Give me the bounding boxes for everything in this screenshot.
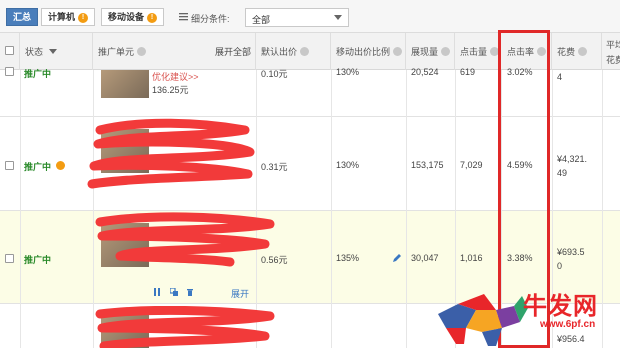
impressions-value: 153,175	[411, 160, 444, 170]
watermark-text: 牛发网	[523, 291, 598, 320]
status-label: 推广中	[24, 162, 52, 172]
header-impressions[interactable]: 展现量	[406, 33, 455, 70]
select-all-checkbox[interactable]	[5, 46, 14, 55]
header-impressions-label: 展现量	[411, 47, 439, 57]
header-mobile-ratio-label: 移动出价比例	[336, 47, 391, 57]
clicks-value: 1,016	[460, 253, 483, 263]
status-label: 推广中	[24, 255, 52, 265]
sort-caret-icon	[49, 49, 58, 54]
default-bid-value: 0.31元	[261, 162, 288, 172]
row-checkbox[interactable]	[5, 254, 14, 263]
cost-value-cont: 49	[557, 168, 568, 178]
row-checkbox[interactable]	[5, 67, 14, 76]
help-icon[interactable]	[490, 47, 500, 56]
tab-computer-label: 计算机	[48, 12, 76, 22]
header-select-cell	[0, 33, 20, 70]
filter-icon	[179, 13, 188, 21]
warning-icon: !	[78, 13, 89, 23]
column-divider	[93, 70, 94, 348]
optimize-link[interactable]: 优化建议>>	[152, 70, 199, 83]
delete-icon[interactable]	[186, 288, 194, 296]
toolbar: 汇总 计算机! 移动设备! 细分条件: 全部	[0, 0, 620, 33]
filter-select[interactable]: 全部	[245, 8, 349, 27]
warning-icon	[56, 161, 65, 170]
status-label: 推广中	[24, 69, 52, 79]
product-thumbnail[interactable]	[101, 70, 149, 98]
header-cost-label: 花费	[557, 47, 576, 57]
header-unit-label: 推广单元	[98, 47, 135, 57]
clicks-value: 619	[460, 67, 476, 77]
tab-computer[interactable]: 计算机!	[41, 8, 96, 26]
help-icon[interactable]	[300, 47, 310, 56]
impressions-value: 20,524	[411, 67, 439, 77]
help-icon[interactable]	[393, 47, 403, 56]
product-thumbnail[interactable]	[101, 314, 149, 348]
header-default-bid-label: 默认出价	[261, 47, 298, 57]
header-mobile-ratio: 移动出价比例	[331, 33, 406, 70]
column-divider	[406, 70, 407, 348]
column-divider	[256, 70, 257, 348]
product-thumbnail[interactable]	[101, 223, 149, 267]
pencil-icon[interactable]	[392, 253, 402, 263]
cost-value: ¥693.5	[557, 247, 585, 257]
ctr-value: 4.59%	[507, 160, 533, 170]
mobile-ratio-value: 130%	[336, 160, 360, 170]
product-thumbnail[interactable]	[101, 129, 149, 173]
filter-select-value: 全部	[252, 15, 271, 25]
default-bid-value: 0.10元	[261, 69, 288, 79]
mobile-ratio-value: 130%	[336, 67, 360, 77]
table-header: 状态 推广单元 展开全部 默认出价 移动出价比例 展现量 点击量 点击率 花费 …	[0, 33, 620, 70]
impressions-value: 30,047	[411, 253, 439, 263]
header-ctr-label: 点击率	[507, 47, 535, 57]
tab-summary[interactable]: 汇总	[6, 8, 39, 26]
filter-label: 细分条件:	[191, 14, 230, 24]
warning-icon: !	[147, 13, 158, 23]
help-icon[interactable]	[537, 47, 547, 56]
header-avg: 平均 花费	[602, 33, 620, 70]
help-icon[interactable]	[441, 47, 451, 56]
pause-icon[interactable]	[153, 288, 161, 296]
copy-icon[interactable]	[170, 288, 178, 296]
header-cost[interactable]: 花费	[552, 33, 602, 70]
header-clicks-label: 点击量	[460, 47, 488, 57]
tab-mobile-label: 移动设备	[108, 12, 145, 22]
help-icon[interactable]	[137, 47, 147, 56]
optimize-link[interactable]: >>	[205, 165, 216, 175]
header-avg-label-2: 花费	[606, 55, 620, 65]
header-default-bid: 默认出价	[256, 33, 331, 70]
unit-price: 136.25元	[152, 85, 189, 95]
expand-link[interactable]: 展开	[231, 287, 249, 300]
column-divider	[20, 70, 21, 348]
chevron-down-icon	[334, 15, 342, 20]
header-unit: 推广单元 展开全部	[93, 33, 256, 70]
expand-all-link[interactable]: 展开全部	[215, 45, 251, 58]
default-bid-value: 0.56元	[261, 255, 288, 265]
mobile-ratio-value: 135%	[336, 253, 360, 263]
ctr-value: 3.38%	[507, 253, 533, 263]
clicks-value: 7,029	[460, 160, 483, 170]
tab-summary-label: 汇总	[13, 12, 32, 22]
cost-value-cont: 0	[557, 261, 563, 271]
row-checkbox[interactable]	[5, 161, 14, 170]
cost-value: 4	[557, 72, 563, 82]
cost-value: ¥4,321.	[557, 154, 588, 164]
header-clicks[interactable]: 点击量	[455, 33, 501, 70]
header-ctr[interactable]: 点击率	[501, 33, 552, 70]
column-divider	[331, 70, 332, 348]
watermark-url: www.6pf.cn	[540, 319, 596, 330]
help-icon[interactable]	[578, 47, 588, 56]
header-status-label: 状态	[25, 47, 44, 57]
header-status[interactable]: 状态	[20, 33, 93, 70]
header-avg-label: 平均	[606, 40, 620, 50]
tab-mobile[interactable]: 移动设备!	[101, 8, 165, 26]
ctr-value: 3.02%	[507, 67, 533, 77]
